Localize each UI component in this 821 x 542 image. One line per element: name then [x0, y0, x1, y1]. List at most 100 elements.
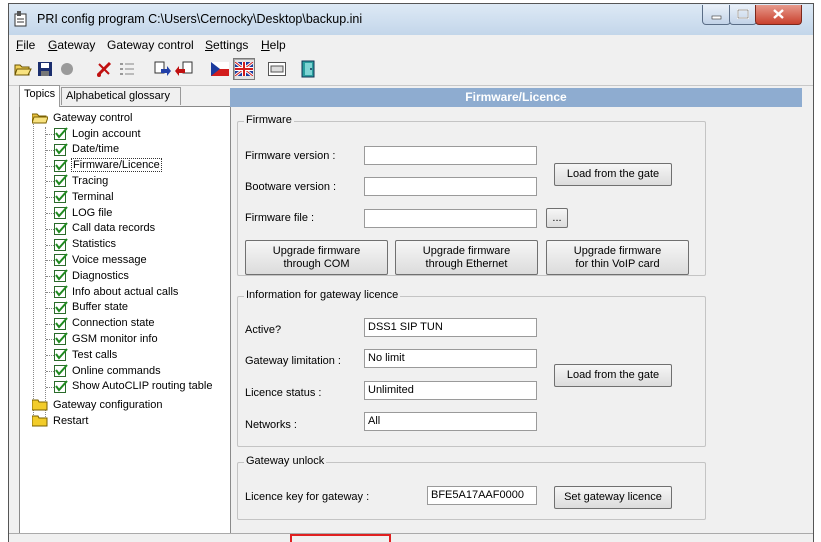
tree-item-gateway-configuration[interactable]: Gateway configuration: [32, 397, 162, 412]
active-field[interactable]: DSS1 SIP TUN: [364, 318, 537, 337]
list-icon: [120, 63, 134, 75]
minimize-button[interactable]: [702, 5, 731, 25]
tree-label: Info about actual calls: [72, 285, 179, 298]
check-icon: [54, 285, 68, 298]
upgrade-eth-line2: through Ethernet: [425, 257, 508, 270]
firmware-version-field[interactable]: [364, 146, 537, 165]
unlock-legend: Gateway unlock: [244, 455, 327, 467]
title-bar[interactable]: PRI config program C:\Users\Cernocky\Des…: [9, 4, 813, 35]
tree-item-diagnostics[interactable]: Diagnostics: [54, 268, 129, 283]
tree-item-connection-state[interactable]: Connection state: [54, 316, 155, 331]
menu-gateway[interactable]: Gateway: [48, 38, 95, 52]
check-icon: [54, 206, 68, 219]
upload-button[interactable]: [151, 58, 173, 80]
tree-item-test-calls[interactable]: Test calls: [54, 347, 117, 362]
tree-label: Diagnostics: [72, 269, 129, 282]
tree-item-firmware-licence[interactable]: Firmware/Licence: [54, 158, 162, 173]
firmware-load-from-gate-button[interactable]: Load from the gate: [554, 163, 672, 186]
tree-item-online-commands[interactable]: Online commands: [54, 363, 161, 378]
check-icon: [54, 190, 68, 204]
tree-connector-branch: [46, 307, 54, 309]
tree-label: Terminal: [72, 190, 114, 203]
menu-help-label: elp: [269, 38, 286, 52]
disconnect-icon: [96, 61, 112, 77]
menu-file-label: ile: [23, 38, 36, 52]
networks-field[interactable]: All: [364, 412, 537, 431]
download-button[interactable]: [173, 58, 195, 80]
check-icon: [54, 348, 68, 362]
english-language-button[interactable]: [233, 58, 255, 80]
tree-item-buffer-state[interactable]: Buffer state: [54, 300, 128, 315]
exit-button[interactable]: [297, 58, 319, 80]
tree-item-call-data-records[interactable]: Call data records: [54, 221, 155, 236]
open-button[interactable]: [12, 58, 34, 80]
firmware-file-label: Firmware file :: [245, 212, 315, 224]
tree-item-tracing[interactable]: Tracing: [54, 173, 108, 188]
firmware-file-field[interactable]: [364, 209, 537, 228]
menu-gateway-control[interactable]: Gateway control: [107, 38, 194, 52]
check-icon: [54, 158, 68, 172]
licence-status-field[interactable]: Unlimited: [364, 381, 537, 400]
czech-language-button[interactable]: [209, 58, 231, 80]
tree-item-info-about-actual-calls[interactable]: Info about actual calls: [54, 284, 178, 299]
tab-topics[interactable]: Topics: [19, 85, 60, 107]
tab-alphabetical-glossary[interactable]: Alphabetical glossary: [61, 87, 181, 105]
tree-label: Gateway control: [53, 111, 133, 124]
tree-item-voice-message[interactable]: Voice message: [54, 252, 147, 267]
maximize-button[interactable]: [729, 5, 757, 25]
list-button[interactable]: [116, 58, 138, 80]
keyboard-button[interactable]: [266, 58, 288, 80]
disconnect-button[interactable]: [93, 58, 115, 80]
save-button[interactable]: [34, 58, 56, 80]
tree-label: Gateway configuration: [53, 398, 163, 411]
tree-label: Voice message: [72, 253, 147, 266]
tree-item-gateway-control[interactable]: Gateway control: [32, 110, 132, 125]
licence-load-from-gate-button[interactable]: Load from the gate: [554, 364, 672, 387]
upgrade-voip-text: Upgrade firmware for thin VoIP card: [574, 245, 661, 271]
tree-item-date-time[interactable]: Date/time: [54, 142, 119, 157]
content-header: Firmware/Licence: [230, 88, 802, 107]
tree-label: Firmware/Licence: [71, 158, 162, 173]
save-icon: [38, 62, 52, 76]
tree-item-terminal[interactable]: Terminal: [54, 189, 114, 204]
gateway-limitation-field[interactable]: No limit: [364, 349, 537, 368]
menu-file[interactable]: File: [16, 38, 35, 52]
tree-connector-branch: [46, 134, 54, 135]
tree-label: GSM monitor info: [72, 332, 158, 345]
check-icon: [54, 301, 68, 314]
upgrade-eth-text: Upgrade firmware through Ethernet: [423, 245, 510, 271]
czech-flag-icon: [211, 62, 229, 76]
uk-flag-icon: [235, 62, 253, 76]
bootware-version-field[interactable]: [364, 177, 537, 196]
networks-label: Networks :: [245, 419, 297, 431]
tree-item-login-account[interactable]: Login account: [54, 126, 141, 141]
tree-connector-branch: [46, 197, 54, 199]
maximize-icon: [737, 9, 749, 19]
tree-item-gsm-monitor-info[interactable]: GSM monitor info: [54, 331, 158, 346]
licence-legend: Information for gateway licence: [244, 289, 401, 301]
licence-key-field[interactable]: BFE5A17AAF0000: [427, 486, 537, 505]
navigation-tabs: Topics Alphabetical glossary: [19, 85, 229, 107]
tree-item-show-autoclip-routing-table[interactable]: Show AutoCLIP routing table: [54, 379, 212, 394]
firmware-legend: Firmware: [244, 114, 294, 126]
browse-button[interactable]: ...: [546, 208, 568, 228]
firmware-group: Firmware Firmware version : Bootware ver…: [237, 114, 706, 276]
upgrade-firmware-ethernet-button[interactable]: Upgrade firmware through Ethernet: [395, 240, 538, 275]
upgrade-firmware-com-button[interactable]: Upgrade firmware through COM: [245, 240, 388, 275]
tree-connector-branch: [46, 213, 54, 214]
firmware-version-label: Firmware version :: [245, 150, 336, 162]
download-icon: [175, 61, 193, 76]
upgrade-firmware-voip-button[interactable]: Upgrade firmware for thin VoIP card: [546, 240, 689, 275]
upgrade-com-line2: through COM: [283, 257, 350, 270]
close-button[interactable]: [755, 5, 802, 25]
tree-item-restart[interactable]: Restart: [32, 413, 88, 428]
upgrade-voip-line1: Upgrade firmware: [573, 244, 662, 257]
set-gateway-licence-button[interactable]: Set gateway licence: [554, 486, 672, 509]
record-button[interactable]: [56, 58, 78, 80]
licence-status-label: Licence status :: [245, 387, 322, 399]
tree-item-log-file[interactable]: LOG file: [54, 205, 112, 220]
tree-item-statistics[interactable]: Statistics: [54, 237, 116, 252]
upgrade-voip-line2: for thin VoIP card: [575, 257, 660, 270]
menu-help[interactable]: Help: [261, 38, 286, 52]
menu-settings[interactable]: Settings: [205, 38, 248, 52]
